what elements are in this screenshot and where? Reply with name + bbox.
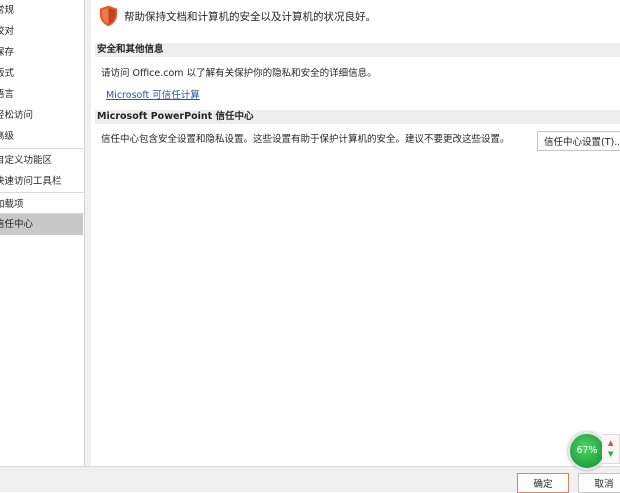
- performance-monitor-widget[interactable]: 67% ▲ ▼: [568, 432, 620, 470]
- sidebar-item-proofing[interactable]: 校对: [0, 21, 83, 42]
- sidebar-item-accessibility[interactable]: 轻松访问: [0, 105, 83, 126]
- sidebar-item-customize-ribbon[interactable]: 自定义功能区: [0, 150, 83, 171]
- sidebar-item-layout[interactable]: 版式: [0, 63, 83, 84]
- shield-icon: [100, 5, 117, 27]
- options-sidebar: 常规 校对 保存 版式 语言 轻松访问 高级 自定义功能区 快速访问工具栏 加载…: [0, 0, 85, 466]
- section-header-security: 安全和其他信息: [95, 43, 620, 57]
- sidebar-item-advanced[interactable]: 高级: [0, 126, 83, 147]
- trust-center-panel: 帮助保持文档和计算机的安全以及计算机的状况良好。 安全和其他信息 请访问 Off…: [91, 0, 620, 466]
- dialog-footer: 确定 取消: [0, 466, 620, 493]
- sidebar-item-quick-access-toolbar[interactable]: 快速访问工具栏: [0, 171, 83, 192]
- sidebar-item-save[interactable]: 保存: [0, 42, 83, 63]
- sidebar-item-language[interactable]: 语言: [0, 84, 83, 105]
- red-up-arrow-icon: ▲: [608, 439, 614, 447]
- trust-center-description: 信任中心包含安全设置和隐私设置。这些设置有助于保护计算机的安全。建议不要更改这些…: [101, 134, 510, 145]
- trust-center-settings-button[interactable]: 信任中心设置(T)...: [537, 131, 620, 151]
- performance-percent-badge[interactable]: 67%: [568, 432, 606, 470]
- ok-button[interactable]: 确定: [517, 473, 569, 493]
- trustworthy-computing-link[interactable]: Microsoft 可信任计算: [106, 87, 200, 101]
- sidebar-item-trust-center[interactable]: 信任中心: [0, 214, 83, 235]
- sidebar-divider: [0, 192, 84, 193]
- panel-header-text: 帮助保持文档和计算机的安全以及计算机的状况良好。: [124, 10, 376, 23]
- security-description: 请访问 Office.com 以了解有关保护你的隐私和安全的详细信息。: [101, 68, 377, 79]
- cancel-button[interactable]: 取消: [578, 473, 620, 493]
- section-header-trust-center: Microsoft PowerPoint 信任中心: [95, 110, 620, 124]
- panel-header: 帮助保持文档和计算机的安全以及计算机的状况良好。: [99, 5, 376, 27]
- sidebar-divider: [0, 148, 84, 149]
- sidebar-item-general[interactable]: 常规: [0, 0, 83, 21]
- performance-speed-tab[interactable]: ▲ ▼: [602, 434, 620, 464]
- green-down-arrow-icon: ▼: [608, 450, 614, 458]
- sidebar-item-addins[interactable]: 加载项: [0, 194, 83, 215]
